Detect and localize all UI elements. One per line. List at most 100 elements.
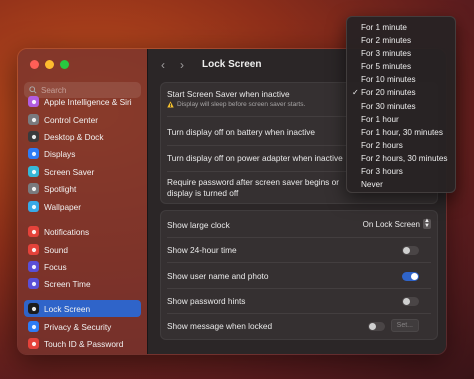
sidebar-item-label: Notifications	[44, 226, 90, 237]
menu-item[interactable]: For 1 minute	[347, 21, 455, 34]
window-controls	[30, 60, 69, 69]
menu-item[interactable]: For 10 minutes	[347, 73, 455, 86]
minimize-window-button[interactable]	[45, 60, 54, 69]
password-hints-label: Show password hints	[167, 296, 246, 306]
sidebar-item-privacy-security[interactable]: Privacy & Security	[24, 318, 141, 335]
hour24-label: Show 24-hour time	[167, 245, 237, 255]
hour24-toggle[interactable]	[402, 246, 419, 255]
menu-item[interactable]: For 30 minutes	[347, 100, 455, 113]
warning-icon	[167, 101, 174, 108]
menu-item-label: Never	[361, 180, 383, 190]
menu-item[interactable]: For 2 minutes	[347, 34, 455, 47]
sidebar-item-touch-id-password[interactable]: Touch ID & Password	[24, 335, 141, 352]
sidebar-item-label: Spotlight	[44, 183, 77, 194]
menu-item[interactable]: ✓ For 20 minutes	[347, 86, 455, 99]
large-clock-value: On Lock Screen	[362, 219, 420, 229]
screen-time-icon	[28, 278, 39, 289]
menu-item[interactable]: Never	[347, 178, 455, 191]
username-toggle[interactable]	[402, 272, 419, 281]
sidebar-item-lock-screen[interactable]: Lock Screen	[24, 300, 141, 317]
wallpaper-icon	[28, 201, 39, 212]
focus-icon	[28, 261, 39, 272]
screen-saver-icon	[28, 166, 39, 177]
set-message-button[interactable]: Set...	[390, 319, 419, 332]
sidebar-item-label: Displays	[44, 148, 76, 159]
menu-item-label: For 2 hours	[361, 140, 403, 150]
sidebar-item-desktop-dock[interactable]: Desktop & Dock	[24, 128, 141, 145]
sidebar-item-control-center[interactable]: Control Center	[24, 111, 141, 128]
sidebar-item-label: Wallpaper	[44, 201, 82, 212]
menu-item[interactable]: For 1 hour, 30 minutes	[347, 126, 455, 139]
message-toggle[interactable]	[368, 322, 385, 331]
password-hints-row: Show password hints	[161, 296, 437, 306]
divider	[167, 237, 431, 238]
menu-list: For 1 minute For 2 minutes For 3 minutes Fo…	[347, 21, 455, 191]
sidebar-item-wallpaper[interactable]: Wallpaper	[24, 198, 141, 215]
checkmark-icon: ✓	[352, 88, 359, 98]
lock-screen-icon	[28, 303, 39, 314]
sidebar-item-sound[interactable]: Sound	[24, 241, 141, 258]
page-title: Lock Screen	[202, 59, 262, 70]
menu-item-label: For 3 minutes	[361, 49, 412, 59]
menu-item-label: For 20 minutes	[361, 88, 416, 98]
menu-item-label: For 1 minute	[361, 23, 407, 32]
spotlight-icon	[28, 183, 39, 194]
apple-intelligence-icon	[28, 96, 39, 107]
menu-item-label: For 2 minutes	[361, 36, 412, 46]
sidebar: Apple Intelligence & Siri Control Center D…	[18, 49, 147, 354]
close-window-button[interactable]	[30, 60, 39, 69]
menu-item-label: For 1 hour	[361, 114, 399, 124]
sidebar-item-screen-saver[interactable]: Screen Saver	[24, 163, 141, 180]
sidebar-item-screen-time[interactable]: Screen Time	[24, 275, 141, 292]
sidebar-item-label: Focus	[44, 261, 67, 272]
sidebar-item-focus[interactable]: Focus	[24, 258, 141, 275]
sidebar-item-label: Privacy & Security	[44, 321, 112, 332]
sidebar-item-label: Touch ID & Password	[44, 338, 124, 349]
menu-item[interactable]: For 5 minutes	[347, 60, 455, 73]
sidebar-item-spotlight[interactable]: Spotlight	[24, 180, 141, 197]
menu-item[interactable]: For 3 hours	[347, 165, 455, 178]
displays-icon	[28, 148, 39, 159]
sidebar-item-label: Apple Intelligence & Siri	[44, 96, 132, 107]
menu-item-label: For 3 hours	[361, 167, 403, 177]
large-clock-select[interactable]: On Lock Screen ▲ ▼	[362, 218, 431, 229]
divider	[167, 288, 431, 289]
menu-item[interactable]: For 3 minutes	[347, 47, 455, 60]
sidebar-item-notifications[interactable]: Notifications	[24, 223, 141, 240]
message-label: Show message when locked	[167, 321, 273, 331]
menu-item[interactable]: For 2 hours, 30 minutes	[347, 152, 455, 165]
back-button[interactable]: ‹	[161, 59, 165, 71]
touch-id-icon	[28, 338, 39, 349]
zoom-window-button[interactable]	[60, 60, 69, 69]
sidebar-item-label: Desktop & Dock	[44, 131, 104, 142]
menu-item[interactable]: For 1 hour	[347, 113, 455, 126]
forward-button[interactable]: ›	[180, 59, 184, 71]
menu-item-label: For 1 hour, 30 minutes	[361, 127, 443, 137]
select-chevron-icon: ▲ ▼	[423, 218, 431, 229]
privacy-hand-icon	[28, 321, 39, 332]
desktop-dock-icon	[28, 131, 39, 142]
hour24-row: Show 24-hour time	[161, 245, 437, 255]
username-label: Show user name and photo	[167, 271, 269, 281]
large-clock-label: Show large clock	[167, 220, 230, 230]
sidebar-item-displays[interactable]: Displays	[24, 145, 141, 162]
menu-item-label: For 5 minutes	[361, 62, 412, 72]
screen-saver-duration-menu: For 1 minute For 2 minutes For 3 minutes Fo…	[346, 16, 456, 193]
menu-item-label: For 2 hours, 30 minutes	[361, 153, 448, 163]
screen-saver-note-text: Display will sleep before screen saver s…	[177, 101, 306, 108]
username-row: Show user name and photo	[161, 271, 437, 281]
menu-item-label: For 10 minutes	[361, 75, 416, 85]
menu-item-label: For 30 minutes	[361, 101, 416, 111]
sidebar-item-apple-intelligence-siri[interactable]: Apple Intelligence & Siri	[24, 93, 141, 110]
password-hints-toggle[interactable]	[402, 297, 419, 306]
menu-item[interactable]: For 2 hours	[347, 139, 455, 152]
sound-icon	[28, 244, 39, 255]
sidebar-item-label: Sound	[44, 244, 68, 255]
sidebar-item-label: Lock Screen	[44, 303, 91, 314]
sidebar-item-label: Control Center	[44, 114, 98, 125]
notifications-icon	[28, 226, 39, 237]
control-center-icon	[28, 114, 39, 125]
divider	[167, 262, 431, 263]
sidebar-item-label: Screen Saver	[44, 166, 95, 177]
sidebar-item-label: Screen Time	[44, 278, 91, 289]
